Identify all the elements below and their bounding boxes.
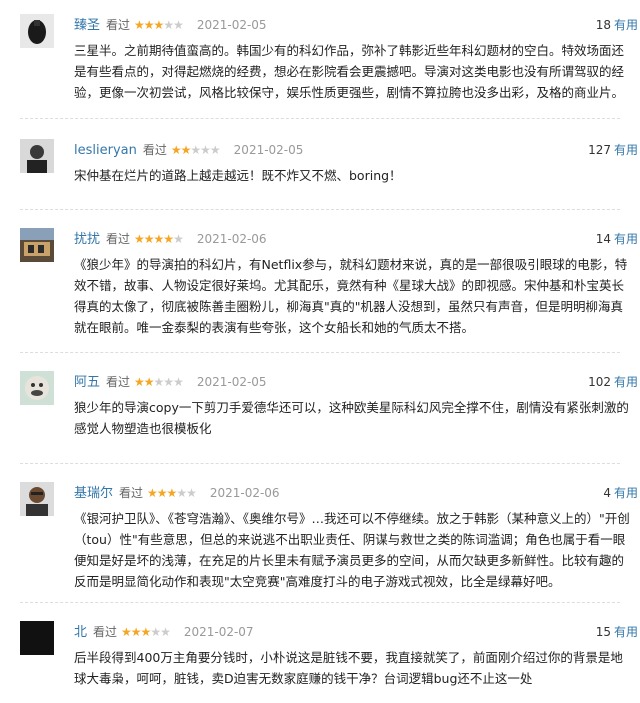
review-text: 《狼少年》的导演拍的科幻片，有Netflix参与，就科幻题材来说，真的是一部很吸… — [74, 257, 628, 335]
watch-status: 看过 — [106, 232, 131, 246]
review-date: 2021-02-05 — [233, 143, 304, 157]
review-date: 2021-02-06 — [209, 486, 280, 500]
reviewer-name[interactable]: 臻圣 — [74, 18, 100, 33]
avatar-image — [20, 482, 54, 516]
rating-stars: ★★★★★ — [147, 486, 197, 500]
avatar[interactable] — [20, 14, 54, 48]
rating-stars: ★★★★★ — [134, 375, 184, 389]
avatar[interactable] — [20, 228, 54, 262]
review-date: 2021-02-05 — [196, 375, 267, 389]
vote-count: 18 — [595, 18, 611, 32]
avatar[interactable] — [20, 139, 54, 173]
reviewer-name[interactable]: 阿五 — [74, 375, 100, 390]
watch-status: 看过 — [106, 375, 131, 389]
vote-useful[interactable]: 4 有用 — [603, 484, 638, 502]
review-header: 基瑞尔 看过 ★★★★★ 2021-02-06 4 有用 — [74, 484, 638, 502]
avatar[interactable] — [20, 371, 54, 405]
review-date: 2021-02-06 — [196, 232, 267, 246]
avatar-image — [20, 371, 54, 405]
review-header: leslieryan 看过 ★★★★★ 2021-02-05 127 有用 — [74, 141, 638, 159]
vote-useful-label[interactable]: 有用 — [614, 143, 638, 157]
vote-useful-label[interactable]: 有用 — [614, 18, 638, 32]
reviewer-name[interactable]: 基瑞尔 — [74, 486, 113, 501]
avatar-image — [20, 14, 54, 48]
review-text: 狼少年的导演copy一下剪刀手爱德华还可以，这种欧美星际科幻风完全撑不住，剧情没… — [74, 400, 629, 436]
review-item: 扰扰 看过 ★★★★★ 2021-02-06 14 有用 《狼少年》的导演拍的科幻片，有… — [20, 210, 638, 353]
vote-useful[interactable]: 14 有用 — [596, 230, 638, 248]
review-date: 2021-02-05 — [196, 18, 267, 32]
vote-useful[interactable]: 15 有用 — [596, 623, 638, 641]
vote-useful-label[interactable]: 有用 — [614, 232, 638, 246]
review-text: 宋仲基在烂片的道路上越走越远！既不炸又不燃、boring！ — [74, 168, 402, 183]
review-header: 阿五 看过 ★★★★★ 2021-02-05 102 有用 — [74, 373, 638, 391]
avatar-image — [20, 228, 54, 262]
watch-status: 看过 — [106, 18, 131, 32]
avatar[interactable] — [20, 482, 54, 516]
review-text: 《银河护卫队》、《苍穹浩瀚》、《奥维尔号》…我还可以不停继续。放之于韩影（某种意… — [74, 511, 630, 589]
review-text: 后半段得到400万主角要分钱时，小朴说这是脏钱不要，我直接就笑了，前面刚介绍过你… — [74, 650, 623, 686]
review-header: 北看过 ★★★★★ 2021-02-07 15 有用 — [74, 623, 638, 641]
review-item: 阿五 看过 ★★★★★ 2021-02-05 102 有用 狼少年的导演copy一下剪刀… — [20, 353, 638, 464]
vote-count: 15 — [595, 625, 611, 639]
rating-stars: ★★★★★ — [134, 18, 184, 32]
vote-count: 102 — [588, 375, 611, 389]
review-item: 基瑞尔 看过 ★★★★★ 2021-02-06 4 有用 《银河护卫队》、《苍穹浩瀚》、… — [20, 464, 638, 603]
vote-count: 14 — [595, 232, 611, 246]
avatar-image — [20, 139, 54, 173]
avatar[interactable] — [20, 621, 54, 655]
reviewer-name[interactable]: 北 — [74, 625, 87, 640]
review-item: 北看过 ★★★★★ 2021-02-07 15 有用 后半段得到400万主角要分钱时，… — [20, 603, 638, 703]
vote-useful[interactable]: 127 有用 — [588, 141, 638, 159]
vote-count: 4 — [603, 486, 611, 500]
vote-useful-label[interactable]: 有用 — [614, 625, 638, 639]
rating-stars: ★★★★★ — [170, 143, 221, 157]
rating-stars: ★★★★★ — [121, 625, 171, 639]
rating-stars: ★★★★★ — [134, 232, 184, 246]
vote-useful[interactable]: 102 有用 — [588, 373, 638, 391]
review-header: 臻圣 看过 ★★★★★ 2021-02-05 18 有用 — [74, 16, 638, 34]
reviewer-name[interactable]: leslieryan — [74, 143, 137, 158]
watch-status: 看过 — [93, 625, 118, 639]
review-text: 三星半。之前期待值蛮高的。韩国少有的科幻作品，弥补了韩影近些年科幻题材的空白。特… — [74, 43, 625, 100]
review-item: 臻圣 看过 ★★★★★ 2021-02-05 18 有用 三星半。之前期待值蛮高的。韩国… — [20, 0, 638, 119]
review-header: 扰扰 看过 ★★★★★ 2021-02-06 14 有用 — [74, 230, 638, 248]
watch-status: 看过 — [119, 486, 144, 500]
review-list: 臻圣 看过 ★★★★★ 2021-02-05 18 有用 三星半。之前期待值蛮高的。韩国… — [0, 0, 640, 703]
review-item: leslieryan 看过 ★★★★★ 2021-02-05 127 有用 宋仲基在烂片… — [20, 119, 638, 210]
vote-count: 127 — [588, 143, 611, 157]
vote-useful-label[interactable]: 有用 — [614, 375, 638, 389]
vote-useful[interactable]: 18 有用 — [596, 16, 638, 34]
watch-status: 看过 — [142, 143, 167, 157]
reviewer-name[interactable]: 扰扰 — [74, 232, 100, 247]
vote-useful-label[interactable]: 有用 — [614, 486, 638, 500]
review-date: 2021-02-07 — [183, 625, 254, 639]
avatar-image — [20, 621, 54, 655]
